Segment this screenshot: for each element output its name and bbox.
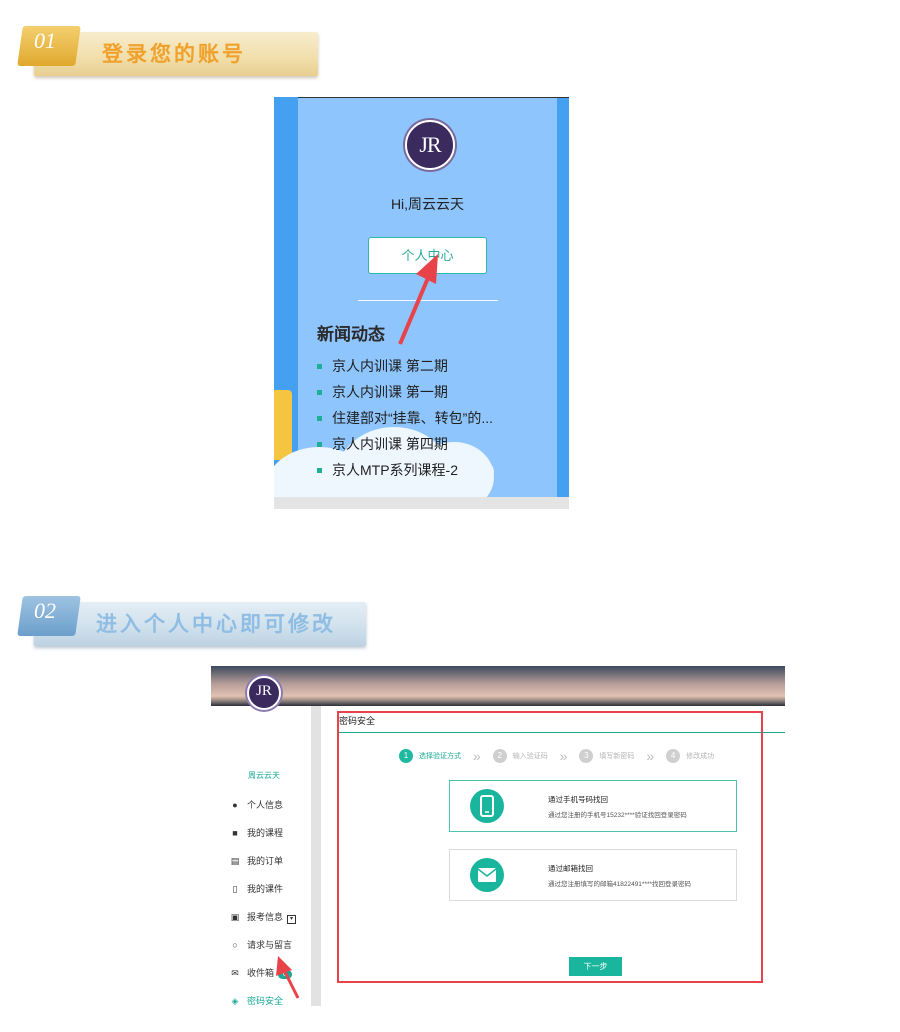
top-border — [298, 97, 569, 98]
jr-logo: JR — [247, 676, 281, 710]
chat-icon: ○ — [232, 940, 238, 950]
sidebar-item-label: 我的订单 — [247, 856, 284, 866]
bullet-icon — [317, 416, 322, 421]
header-landscape — [211, 696, 785, 706]
sidebar-item-label: 我的课程 — [247, 828, 284, 838]
sidebar-item-label: 个人信息 — [247, 800, 284, 810]
news-item-label: 京人内训课 第四期 — [332, 436, 448, 452]
jr-logo-text: JR — [419, 132, 441, 157]
book-icon: ■ — [232, 828, 238, 838]
news-item[interactable]: 京人内训课 第四期 — [317, 431, 493, 457]
yellow-tab — [274, 390, 292, 460]
news-item[interactable]: 京人内训课 第一期 — [317, 379, 493, 405]
red-arrow-icon — [398, 254, 438, 345]
step2-title: 进入个人中心即可修改 — [96, 613, 336, 636]
sidebar-username: 周云云天 — [248, 771, 280, 780]
news-item[interactable]: 京人内训课 第二期 — [317, 353, 493, 379]
right-strip — [557, 97, 569, 497]
sidebar-item-orders[interactable]: ▤ 我的订单 — [229, 854, 296, 882]
news-item-label: 住建部对“挂靠、转包”的... — [332, 410, 493, 426]
sidebar-item-profile[interactable]: ● 个人信息 — [229, 798, 296, 826]
news-item[interactable]: 住建部对“挂靠、转包”的... — [317, 405, 493, 431]
step2-number: 02 — [34, 598, 56, 623]
sidebar-item-label: 我的课件 — [247, 884, 284, 894]
sidebar-separator — [311, 706, 321, 1006]
chevron-down-icon[interactable]: ▾ — [287, 915, 297, 924]
sidebar-item-courses[interactable]: ■ 我的课程 — [229, 826, 296, 854]
news-item[interactable]: 京人MTP系列课程-2 — [317, 457, 493, 483]
user-icon: ● — [232, 800, 238, 810]
step2-banner: 02 进入个人中心即可修改 — [17, 596, 370, 648]
step1-banner: 01 登录您的账号 — [17, 26, 320, 78]
bullet-icon — [317, 468, 322, 473]
red-arrow-icon — [276, 956, 300, 999]
step1-number: 01 — [34, 28, 56, 53]
order-icon: ▤ — [230, 856, 240, 866]
card-icon: ▣ — [230, 912, 240, 922]
news-item-label: 京人内训课 第一期 — [332, 384, 448, 400]
bullet-icon — [317, 390, 322, 395]
news-item-label: 京人内训课 第二期 — [332, 358, 448, 374]
sidebar-item-label: 请求与留言 — [247, 940, 293, 950]
folder-icon: ▯ — [232, 884, 238, 894]
news-list: 京人内训课 第二期 京人内训课 第一期 住建部对“挂靠、转包”的... 京人内训… — [317, 353, 493, 483]
shield-icon: ◈ — [231, 996, 239, 1006]
bullet-icon — [317, 364, 322, 369]
news-heading: 新闻动态 — [317, 325, 385, 344]
jr-logo: JR — [405, 120, 455, 170]
bullet-icon — [317, 442, 322, 447]
bottom-scroll-strip — [274, 497, 569, 509]
news-item-label: 京人MTP系列课程-2 — [332, 462, 458, 478]
sidebar-item-materials[interactable]: ▯ 我的课件 — [229, 882, 296, 910]
highlight-box — [337, 711, 763, 983]
sidebar-item-label: 报考信息 — [247, 912, 284, 922]
step1-title: 登录您的账号 — [102, 43, 246, 66]
mail-icon: ✉ — [231, 968, 239, 978]
greeting: Hi,周云云天 — [390, 196, 465, 212]
sidebar-item-exam-info[interactable]: ▣ 报考信息 ▾ — [229, 910, 297, 938]
jr-logo-text: JR — [256, 683, 272, 699]
